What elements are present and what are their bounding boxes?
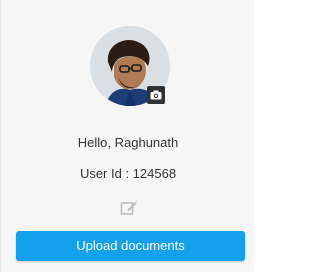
edit-icon[interactable] bbox=[120, 199, 138, 217]
user-id-text: User Id : 124568 bbox=[79, 166, 177, 181]
avatar-container[interactable] bbox=[90, 26, 170, 106]
upload-documents-button[interactable]: Upload documents bbox=[16, 231, 245, 261]
camera-icon[interactable] bbox=[147, 86, 165, 104]
greeting-text: Hello, Raghunath bbox=[77, 135, 179, 150]
profile-card: Hello, Raghunath User Id : 124568 Upload… bbox=[0, 0, 254, 272]
